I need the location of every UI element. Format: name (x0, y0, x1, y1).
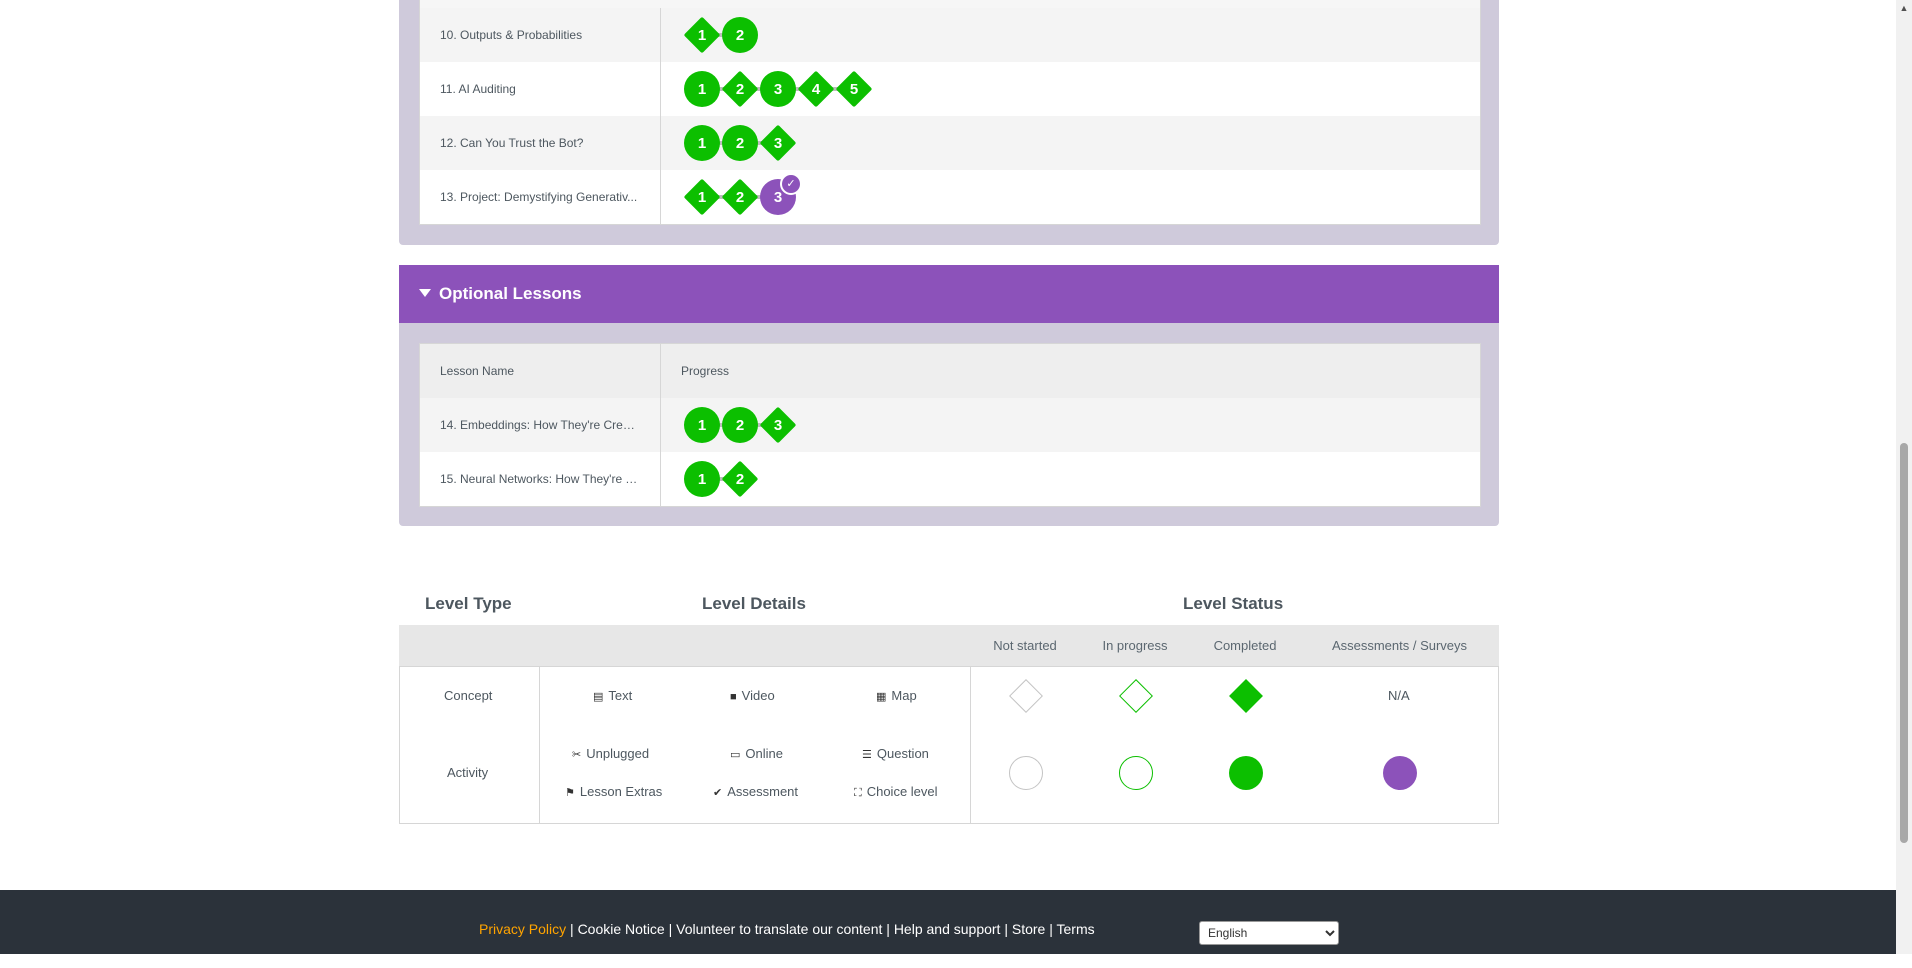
level-bubble[interactable]: 2 (722, 407, 758, 443)
volunteer-link[interactable]: Volunteer to translate our content (676, 921, 882, 937)
diamond-not-started-icon (1009, 679, 1043, 713)
lesson-name-link[interactable]: 10. Outputs & Probabilities (440, 8, 640, 62)
list-icon: ☰ (862, 749, 872, 761)
detail-video: ■ Video (730, 688, 775, 703)
check-circle-icon: ✔ (713, 787, 723, 799)
lesson-name-link[interactable]: 12. Can You Trust the Bot? (440, 116, 640, 170)
lesson-name-link[interactable]: 11. AI Auditing (440, 62, 640, 116)
lesson-row: 11. AI Auditing 1 2 3 4 5 (420, 62, 1480, 116)
col-progress: Progress (681, 364, 730, 378)
lesson-row: 10. Outputs & Probabilities 1 2 (420, 8, 1480, 62)
lesson-name-link[interactable]: 13. Project: Demystifying Generativ... (440, 170, 640, 224)
circle-completed-icon (1229, 756, 1263, 790)
lesson-row: 14. Embeddings: How They're Creat... 1 2 3 (420, 398, 1480, 452)
level-bubble[interactable]: 1 (683, 16, 721, 54)
scroll-up-icon[interactable]: ▲ (1896, 0, 1912, 16)
lesson-name-link[interactable]: 14. Embeddings: How They're Creat... (440, 398, 640, 452)
circle-assessment-icon (1383, 756, 1417, 790)
key-row-concept: Concept ▤ Text ■ Video ▦ Map N/A (399, 666, 1499, 727)
table-header: Lesson Name Progress (420, 344, 1480, 398)
lesson-row: 12. Can You Trust the Bot? 1 2 3 (420, 116, 1480, 170)
lesson-row: 13. Project: Demystifying Generativ... 1 2… (420, 170, 1480, 224)
detail-choice-level: ⛶ Choice level (854, 784, 938, 799)
level-bubble[interactable]: 2 (722, 125, 758, 161)
optional-lessons-title: Optional Lessons (439, 284, 582, 303)
detail-map: ▦ Map (876, 688, 917, 703)
footer-links: Privacy Policy | Cookie Notice | Volunte… (479, 921, 1095, 937)
col-lesson-name: Lesson Name (440, 364, 515, 378)
privacy-policy-link[interactable]: Privacy Policy (479, 921, 566, 937)
level-bubble[interactable]: 1 (684, 71, 720, 107)
level-bubble[interactable]: 5 (835, 70, 873, 108)
level-bubble[interactable]: 1 (684, 461, 720, 497)
key-level-status-title: Level Status (1183, 594, 1284, 613)
level-bubble[interactable]: 1 (683, 178, 721, 216)
level-bubble[interactable]: 2 (721, 178, 759, 216)
flag-icon: ⚑ (565, 787, 575, 799)
key-level-details-title: Level Details (702, 594, 806, 613)
level-bubble[interactable]: 2 (722, 17, 758, 53)
level-bubble[interactable]: 4 (797, 70, 835, 108)
sitemap-icon: ⛶ (854, 787, 862, 799)
key-header-row: Not started In progress Completed Assess… (399, 625, 1499, 666)
cookie-notice-link[interactable]: Cookie Notice (578, 921, 665, 937)
optional-lessons-table: Lesson Name Progress 14. Embeddings: How… (419, 343, 1481, 507)
level-bubble[interactable]: 3 (759, 406, 797, 444)
level-bubble[interactable]: 1 (684, 407, 720, 443)
key-row-activity: Activity ✂ Unplugged ▭ Online ☰ Question ⚑ L… (399, 725, 1499, 824)
status-completed: Completed (1213, 638, 1277, 653)
caret-down-icon (419, 289, 431, 297)
detail-lesson-extras: ⚑ Lesson Extras (565, 784, 663, 799)
status-in-progress: In progress (1102, 638, 1168, 653)
map-icon: ▦ (876, 691, 887, 703)
activity-label: Activity (447, 765, 489, 780)
detail-unplugged: ✂ Unplugged (572, 746, 650, 761)
circle-in-progress-icon (1119, 756, 1153, 790)
diamond-completed-icon (1229, 679, 1263, 713)
lesson-name-link[interactable]: 15. Neural Networks: How They're T... (440, 452, 640, 506)
scrollbar[interactable]: ▲ (1896, 0, 1912, 954)
check-badge-icon: ✓ (780, 173, 802, 195)
help-link[interactable]: Help and support (894, 921, 1001, 937)
document-icon: ▤ (593, 691, 604, 703)
level-bubble[interactable]: 3 ✓ (760, 173, 802, 215)
footer: Privacy Policy | Cookie Notice | Volunte… (0, 890, 1896, 954)
level-bubble[interactable]: 1 (684, 125, 720, 161)
detail-online: ▭ Online (730, 746, 783, 761)
status-not-started: Not started (993, 638, 1057, 653)
video-icon: ■ (730, 691, 737, 703)
detail-text: ▤ Text (593, 688, 633, 703)
level-bubble[interactable]: 2 (721, 460, 759, 498)
concept-na: N/A (1388, 688, 1410, 703)
main-lessons-table: 10. Outputs & Probabilities 1 2 11. AI Audi… (419, 0, 1481, 225)
desktop-icon: ▭ (730, 749, 741, 761)
level-bubble[interactable]: 3 (759, 124, 797, 162)
level-bubble[interactable]: 3 (760, 71, 796, 107)
detail-question: ☰ Question (862, 746, 929, 761)
concept-label: Concept (444, 688, 493, 703)
optional-lessons-header[interactable]: Optional Lessons (399, 265, 1499, 323)
key-level-type-title: Level Type (425, 594, 512, 613)
circle-not-started-icon (1009, 756, 1043, 790)
scroll-thumb[interactable] (1900, 443, 1908, 843)
level-key-table: Not started In progress Completed Assess… (399, 625, 1499, 824)
level-bubble[interactable]: 2 (721, 70, 759, 108)
detail-assessment: ✔ Assessment (713, 784, 799, 799)
diamond-in-progress-icon (1119, 679, 1153, 713)
lesson-row: 15. Neural Networks: How They're T... 1 2 (420, 452, 1480, 506)
status-assessments: Assessments / Surveys (1331, 638, 1468, 653)
language-select[interactable]: English (1199, 921, 1339, 945)
terms-link[interactable]: Terms (1057, 921, 1095, 937)
scissors-icon: ✂ (572, 749, 582, 761)
store-link[interactable]: Store (1012, 921, 1045, 937)
